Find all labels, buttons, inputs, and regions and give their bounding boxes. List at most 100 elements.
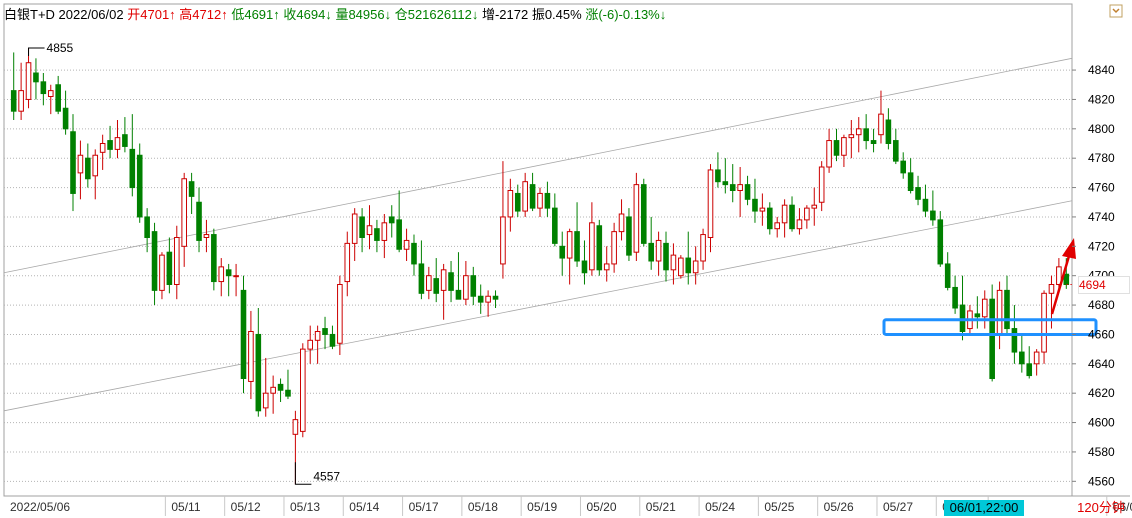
x-tick-label: 05/21 <box>646 500 676 514</box>
candle-body-up <box>700 234 706 262</box>
candle-body-up <box>173 237 180 285</box>
candle-body-up <box>981 298 988 318</box>
y-tick-label: 4560 <box>1088 474 1115 488</box>
candle-body-down <box>552 207 558 244</box>
candle-body-down <box>477 295 484 303</box>
candle-body-down <box>411 242 417 265</box>
candle-body-down <box>648 242 654 262</box>
candle-body-down <box>225 269 232 277</box>
candle-body-down <box>685 257 692 274</box>
candle-body-up <box>841 137 847 156</box>
candle-body-up <box>299 348 306 432</box>
candle-body-up <box>655 239 662 262</box>
candle-body-up <box>218 266 225 283</box>
candle-body-down <box>285 389 291 397</box>
y-tick-label: 4760 <box>1088 181 1115 195</box>
y-tick-label: 4820 <box>1088 92 1115 106</box>
y-tick-label: 4580 <box>1088 445 1115 459</box>
x-tick-label: 05/13 <box>290 500 320 514</box>
candle-body-up <box>804 207 810 221</box>
candle-body-up <box>344 242 351 283</box>
candle-body-down <box>70 131 76 194</box>
candle-body-down <box>729 184 736 191</box>
period-selector[interactable]: 120分钟 <box>1073 500 1129 516</box>
candle-body-up <box>351 213 358 244</box>
candle-body-down <box>166 251 173 285</box>
candle-body-down <box>907 172 914 191</box>
candle-body-up <box>366 225 373 236</box>
candle-body-down <box>211 234 217 283</box>
candle-body-up <box>307 339 314 350</box>
candle-body-down <box>974 313 981 318</box>
candle-body-down <box>1026 363 1033 377</box>
x-tick-label: 05/14 <box>349 500 379 514</box>
y-tick-label: 4800 <box>1088 122 1115 136</box>
candle-body-down <box>433 278 440 294</box>
x-tick-label: 05/18 <box>468 500 498 514</box>
candle-body-up <box>337 284 343 344</box>
x-tick-label: 05/20 <box>586 500 616 514</box>
last-price-label: 4694 <box>1078 276 1130 294</box>
candle-body-down <box>930 210 936 221</box>
candle-body-up <box>114 137 121 150</box>
candle-body-down <box>626 216 632 256</box>
candle-body-up <box>47 90 54 97</box>
candle-body-up <box>1033 351 1040 365</box>
candle-body-down <box>277 383 284 391</box>
candle-body-up <box>848 134 855 139</box>
candle-body-up <box>270 386 276 394</box>
candle-body-up <box>381 222 388 241</box>
candle-body-down <box>900 160 907 174</box>
candle-body-up <box>248 331 254 382</box>
candle-body-up <box>692 260 699 274</box>
candle-body-up <box>99 143 106 153</box>
low-marker-label: 4557 <box>313 469 340 483</box>
candle-body-up <box>759 207 766 212</box>
candle-body-down <box>1004 289 1010 330</box>
candle-body-up <box>737 184 743 191</box>
candle-body-down <box>870 140 877 144</box>
candle-body-down <box>544 192 551 209</box>
candle-body-up <box>774 222 781 230</box>
candle-body-down <box>596 225 603 271</box>
candle-body-down <box>952 286 958 309</box>
candle-body-down <box>863 128 869 142</box>
candle-body-up <box>403 239 410 250</box>
y-tick-label: 4720 <box>1088 239 1115 253</box>
candlestick-chart: 48554557 4560458046004620464046604680470… <box>3 3 1132 516</box>
candle-body-down <box>144 216 150 238</box>
candle-body-down <box>129 148 136 189</box>
candle-body-down <box>85 157 91 180</box>
candle-body-up <box>707 169 714 238</box>
y-tick-label: 4640 <box>1088 357 1115 371</box>
candle-body-down <box>789 204 795 230</box>
candle-body-up <box>878 113 884 136</box>
candle-body-down <box>55 84 61 112</box>
candle-body-down <box>766 207 773 230</box>
candle-body-up <box>292 419 299 435</box>
candle-body-down <box>744 184 751 200</box>
y-tick-label: 4660 <box>1088 327 1115 341</box>
candles-layer <box>10 48 1070 485</box>
candle-body-up <box>781 204 788 224</box>
candle-body-up <box>1048 284 1055 294</box>
y-tick-label: 4680 <box>1088 298 1115 312</box>
candle-body-up <box>670 254 677 271</box>
candle-body-down <box>574 231 580 262</box>
candle-body-down <box>559 245 566 259</box>
candle-body-down <box>62 107 69 130</box>
candle-body-down <box>10 90 17 112</box>
candle-body-down <box>1063 273 1070 285</box>
high-marker-line <box>28 47 45 57</box>
candle-body-down <box>722 181 729 186</box>
x-tick-label: 05/12 <box>231 500 261 514</box>
candle-body-down <box>33 72 39 83</box>
low-marker-line <box>294 462 312 485</box>
lower-trendline <box>3 200 1073 412</box>
candle-body-down <box>188 181 195 197</box>
x-tick-label: 05/27 <box>883 500 913 514</box>
candle-body-down <box>448 272 454 291</box>
x-tick-label: 05/17 <box>409 500 439 514</box>
candle-body-up <box>678 257 684 277</box>
candle-body-up <box>181 178 187 247</box>
